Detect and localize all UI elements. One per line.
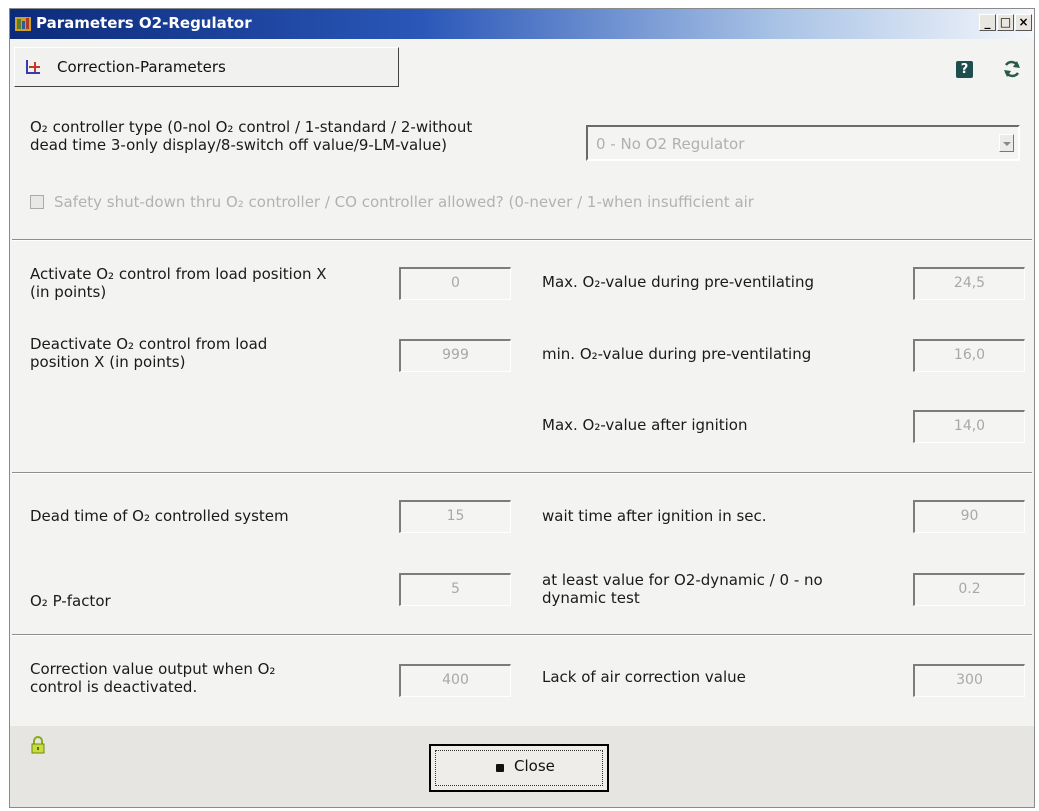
correction-parameters-button[interactable]: Correction-Parameters [14,47,399,87]
p-factor-label: O₂ P-factor [30,592,111,610]
max-pre-vent-input[interactable]: 24,5 [913,267,1025,300]
close-icon [496,764,504,772]
safety-shutdown-label: Safety shut-down thru O₂ controller / CO… [54,193,754,211]
app-icon [15,17,31,31]
dead-time-label: Dead time of O₂ controlled system [30,507,289,525]
separator [12,239,1032,241]
separator [12,472,1032,474]
p-factor-input[interactable]: 5 [399,573,511,606]
correction-output-label-2: control is deactivated. [30,678,198,696]
dynamic-label-2: dynamic test [542,589,640,607]
max-after-ignition-input[interactable]: 14,0 [913,410,1025,443]
correction-parameters-icon [26,60,40,74]
separator [12,634,1032,636]
wait-time-input[interactable]: 90 [913,500,1025,533]
controller-type-label-2: dead time 3-only display/8-switch off va… [30,136,447,154]
max-after-ignition-label: Max. O₂-value after ignition [542,416,748,434]
lack-of-air-input[interactable]: 300 [913,664,1025,697]
dynamic-input[interactable]: 0.2 [913,573,1025,606]
maximize-button[interactable]: □ [997,14,1014,31]
controller-type-label-1: O₂ controller type (0-nol O₂ control / 1… [30,118,473,136]
correction-parameters-label: Correction-Parameters [57,58,226,76]
activate-load-input[interactable]: 0 [399,267,511,300]
window-title: Parameters O2-Regulator [36,14,252,32]
activate-label-1: Activate O₂ control from load position X [30,265,327,283]
min-pre-vent-input[interactable]: 16,0 [913,339,1025,372]
max-pre-vent-label: Max. O₂-value during pre-ventilating [542,273,814,291]
close-button-label: Close [514,757,555,775]
title-bar[interactable]: Parameters O2-Regulator _ □ × [10,9,1034,39]
help-icon[interactable]: ? [956,61,973,78]
refresh-icon[interactable] [1001,58,1023,80]
wait-time-label: wait time after ignition in sec. [542,507,767,525]
lack-of-air-label: Lack of air correction value [542,668,746,686]
chevron-down-icon[interactable] [999,134,1014,152]
min-pre-vent-label: min. O₂-value during pre-ventilating [542,345,812,363]
parameters-window: Parameters O2-Regulator _ □ × Correction… [9,8,1035,808]
dynamic-label-1: at least value for O2-dynamic / 0 - no [542,571,823,589]
controller-type-select[interactable]: 0 - No O2 Regulator [586,125,1020,161]
activate-label-2: (in points) [30,283,107,301]
close-window-button[interactable]: × [1015,14,1032,31]
correction-output-label-1: Correction value output when O₂ [30,660,276,678]
close-button[interactable]: Close [429,744,609,792]
dead-time-input[interactable]: 15 [399,500,511,533]
window-controls: _ □ × [979,14,1032,31]
deactivate-label-2: position X (in points) [30,353,186,371]
safety-shutdown-checkbox[interactable] [30,195,44,209]
correction-output-input[interactable]: 400 [399,664,511,697]
deactivate-label-1: Deactivate O₂ control from load [30,335,268,353]
minimize-button[interactable]: _ [979,14,996,31]
deactivate-load-input[interactable]: 999 [399,339,511,372]
lock-icon [31,736,45,754]
controller-type-value: 0 - No O2 Regulator [596,135,745,153]
